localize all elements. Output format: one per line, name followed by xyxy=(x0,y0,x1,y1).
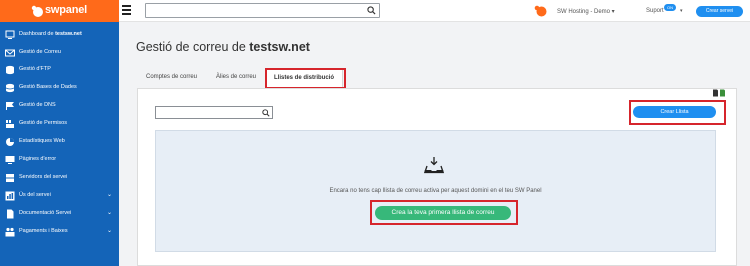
sidebar: swpanel Dashboard de testsw.net Gestió d… xyxy=(0,0,119,266)
permissions-icon xyxy=(6,120,14,128)
sidebar-item-label: Dashboard de testsw.net xyxy=(19,31,82,37)
sidebar-item-label: Gestió de Permisos xyxy=(19,120,67,126)
highlight-create-box xyxy=(629,100,726,125)
sidebar-item-permissions[interactable]: Gestió de Permisos xyxy=(0,116,119,133)
page-title: Gestió de correu de testsw.net xyxy=(136,40,310,54)
pie-chart-icon xyxy=(6,138,14,146)
logo[interactable]: swpanel xyxy=(0,0,119,22)
database-icon xyxy=(5,83,15,93)
sidebar-item-label: Pagaments i Baixes xyxy=(19,228,68,234)
payments-icon xyxy=(5,227,15,237)
sidebar-item-usage[interactable]: Ús del servei ⌄ xyxy=(0,188,119,205)
dashboard-icon xyxy=(5,30,15,39)
sidebar-item-mail[interactable]: Gestió de Correu xyxy=(0,45,119,62)
search-icon[interactable] xyxy=(262,109,270,117)
sidebar-item-label: Gestió de DNS xyxy=(19,102,56,108)
sidebar-item-documentation[interactable]: Documentació Servei ⌄ xyxy=(0,206,119,223)
sidebar-item-payments[interactable]: Pagaments i Baixes ⌄ xyxy=(0,224,119,241)
sidebar-item-ftp[interactable]: Gestió d'FTP xyxy=(0,62,119,79)
sidebar-item-label: Gestió de Correu xyxy=(19,49,61,55)
mail-icon xyxy=(5,49,15,57)
caret-down-icon[interactable]: ▾ xyxy=(680,8,683,14)
sidebar-item-error-pages[interactable]: Pàgines d'error xyxy=(0,152,119,169)
sidebar-item-label: Gestió d'FTP xyxy=(19,66,51,72)
chevron-down-icon: ⌄ xyxy=(106,210,112,216)
sidebar-item-statistics[interactable]: Estadístiques Web xyxy=(0,134,119,151)
tab-aliases[interactable]: Àlies de correu xyxy=(216,74,256,80)
account-selector[interactable]: SW Hosting - Demo ▾ xyxy=(557,8,615,15)
search-icon[interactable] xyxy=(367,6,376,15)
swhosting-logo-icon xyxy=(534,5,547,17)
usage-icon xyxy=(5,191,15,201)
list-search-input[interactable] xyxy=(155,106,273,119)
tab-bar: Comptes de correu Àlies de correu Lliste… xyxy=(136,68,736,88)
sidebar-item-label: Servidors del servei xyxy=(19,174,68,180)
export-icons[interactable] xyxy=(712,89,726,99)
sidebar-item-label: Documentació Servei xyxy=(19,210,72,216)
inbox-download-icon xyxy=(424,157,444,174)
sidebar-item-databases[interactable]: Gestió Bases de Dades xyxy=(0,80,119,97)
monitor-icon xyxy=(5,156,15,164)
export-file-icon[interactable] xyxy=(712,89,726,97)
menu-icon[interactable] xyxy=(122,5,131,15)
tab-accounts[interactable]: Comptes de correu xyxy=(146,74,197,80)
sidebar-item-label: Pàgines d'error xyxy=(19,156,57,162)
chevron-down-icon: ⌄ xyxy=(106,228,112,234)
highlight-tab-box xyxy=(265,68,346,89)
document-icon xyxy=(7,209,14,219)
empty-state-message: Encara no tens cap llista de correu acti… xyxy=(329,188,542,194)
servers-icon xyxy=(6,174,14,182)
top-bar: SW Hosting - Demo ▾ Suport ON ▾ Crear se… xyxy=(119,0,750,22)
highlight-first-list-box xyxy=(370,200,518,225)
swpanel-logo-icon xyxy=(31,5,43,17)
chevron-down-icon: ⌄ xyxy=(106,192,112,198)
sidebar-item-dashboard[interactable]: Dashboard de testsw.net xyxy=(0,27,119,44)
sidebar-item-dns[interactable]: Gestió de DNS xyxy=(0,98,119,115)
sidebar-item-servers[interactable]: Servidors del servei xyxy=(0,170,119,187)
ftp-icon xyxy=(6,65,14,75)
create-service-button[interactable]: Crear servei xyxy=(696,6,743,17)
support-status-badge: ON xyxy=(664,4,676,11)
sidebar-item-label: Ús del servei xyxy=(19,192,51,198)
logo-text: swpanel xyxy=(45,4,88,16)
flag-icon xyxy=(6,102,14,110)
sidebar-item-label: Gestió Bases de Dades xyxy=(19,84,77,90)
global-search-input[interactable] xyxy=(145,3,380,18)
support-menu[interactable]: Suport xyxy=(646,8,664,14)
sidebar-item-label: Estadístiques Web xyxy=(19,138,65,144)
